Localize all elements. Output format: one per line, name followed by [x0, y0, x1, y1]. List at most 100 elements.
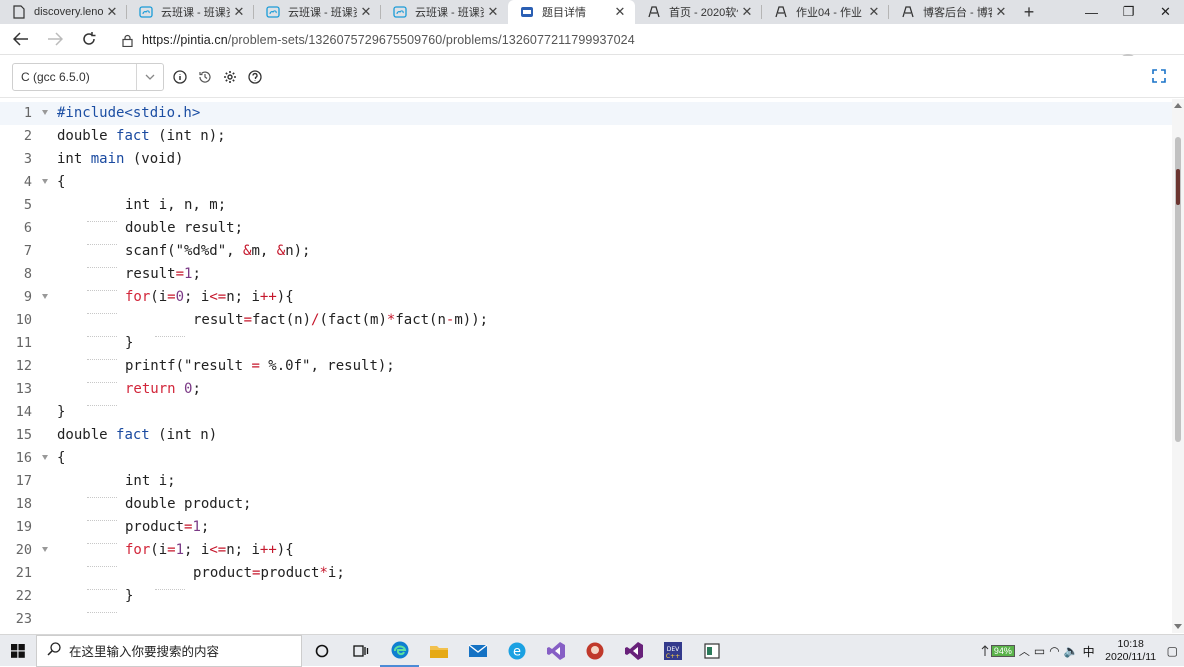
- close-window-icon[interactable]: ✕: [1147, 0, 1184, 24]
- back-arrow-icon[interactable]: [4, 24, 38, 54]
- code-line: 19 product=1;: [0, 516, 1172, 544]
- line-number: 20: [15, 542, 32, 558]
- history-icon[interactable]: [197, 69, 213, 85]
- svg-text:e: e: [513, 644, 521, 659]
- close-tab-icon[interactable]: ✕: [865, 4, 883, 20]
- code-line: 22}: [0, 585, 1172, 613]
- notepad-icon[interactable]: [692, 635, 731, 667]
- info-icon[interactable]: [172, 69, 188, 85]
- code-line: 20 for(i=1; i<=n; i++){: [0, 539, 1172, 567]
- tab-label: 博客后台 - 博客园: [923, 7, 992, 19]
- close-tab-icon[interactable]: ✕: [230, 4, 248, 20]
- dev-cpp-icon[interactable]: DEV C++: [653, 635, 692, 667]
- code-editor[interactable]: 1 #include<stdio.h> 2 double fact (int n);…: [0, 99, 1184, 633]
- fold-arrow-icon[interactable]: [42, 547, 48, 552]
- edge-browser-icon[interactable]: [380, 635, 419, 667]
- browser-tab-5-active[interactable]: 题目详情 ✕: [508, 0, 635, 24]
- windows-start-icon[interactable]: [0, 635, 36, 667]
- page-icon: [12, 5, 26, 19]
- browser-tab-7[interactable]: 作业04 - 作业 - 20 ✕: [762, 0, 889, 24]
- browser-tab-2[interactable]: 云班课 - 班课资源 ✕: [127, 0, 254, 24]
- close-tab-icon[interactable]: ✕: [992, 4, 1010, 20]
- browser-tab-strip: discovery.lenovo.c ✕ 云班课 - 班课资源 ✕ 云班课 - …: [0, 0, 1184, 24]
- code-line: 17 int i;: [0, 470, 1172, 498]
- fold-arrow-icon[interactable]: [42, 110, 48, 115]
- app-avatar-icon[interactable]: [575, 635, 614, 667]
- settings-gear-icon[interactable]: [222, 69, 238, 85]
- tab-label: discovery.lenovo.c: [34, 6, 103, 18]
- close-tab-icon[interactable]: ✕: [738, 4, 756, 20]
- browser-tab-3[interactable]: 云班课 - 班课资源 ✕: [254, 0, 381, 24]
- line-number: 9: [23, 289, 32, 305]
- visual-studio-icon[interactable]: [536, 635, 575, 667]
- tab-label: 题目详情: [542, 7, 586, 19]
- line-number: 3: [23, 151, 32, 167]
- editor-tool-icons: [172, 69, 263, 85]
- clock-date: 2020/11/11: [1105, 651, 1157, 663]
- scroll-down-icon[interactable]: [1174, 624, 1182, 629]
- browser-tab-6[interactable]: 首页 - 2020软件工 ✕: [635, 0, 762, 24]
- code-line: 11}: [0, 332, 1172, 360]
- cloud-class-icon: [266, 5, 280, 19]
- tab-label: 首页 - 2020软件工: [669, 7, 738, 19]
- show-hidden-icons-chevron-icon[interactable]: ︿: [1019, 643, 1030, 659]
- url-field[interactable]: https://pintia.cn/problem-sets/132607572…: [112, 28, 1042, 52]
- help-icon[interactable]: [247, 69, 263, 85]
- fullscreen-icon[interactable]: [1152, 69, 1168, 85]
- pta-icon: [520, 5, 534, 19]
- url-path: /problem-sets/1326075729675509760/proble…: [227, 33, 635, 47]
- line-number: 21: [15, 565, 32, 581]
- minimize-icon[interactable]: —: [1073, 0, 1110, 24]
- code-line: 8 result=1;: [0, 263, 1172, 291]
- code-line: 21 product=product*i;: [0, 562, 1172, 590]
- forward-arrow-icon[interactable]: [38, 24, 72, 54]
- battery-icon[interactable]: 94%: [981, 645, 1015, 657]
- code-line: 1 #include<stdio.h>: [0, 102, 1172, 125]
- input-method-indicator[interactable]: 中: [1083, 643, 1095, 660]
- refresh-icon[interactable]: [72, 24, 106, 54]
- editor-toolbar: C (gcc 6.5.0): [0, 56, 1184, 98]
- tab-label: 云班课 - 班课资源: [161, 7, 230, 19]
- close-tab-icon[interactable]: ✕: [611, 4, 629, 20]
- close-tab-icon[interactable]: ✕: [103, 4, 121, 20]
- language-select[interactable]: C (gcc 6.5.0): [12, 63, 164, 91]
- fold-arrow-icon[interactable]: [42, 455, 48, 460]
- svg-text:DEV: DEV: [666, 646, 679, 653]
- close-tab-icon[interactable]: ✕: [484, 4, 502, 20]
- system-tray: 94% ︿ ▭ ◠ 🔈 中 10:18 2020/11/11 ▢: [981, 635, 1184, 667]
- fold-arrow-icon[interactable]: [42, 294, 48, 299]
- visual-studio-2-icon[interactable]: [614, 635, 653, 667]
- line-number: 4: [23, 174, 32, 190]
- device-icon[interactable]: ▭: [1034, 644, 1045, 658]
- clock[interactable]: 10:18 2020/11/11: [1099, 638, 1163, 664]
- code-line: 16{: [0, 447, 1172, 470]
- tab-label: 作业04 - 作业 - 20: [796, 7, 865, 19]
- browser-tab-1[interactable]: discovery.lenovo.c ✕: [0, 0, 127, 24]
- taskbar-search-box[interactable]: 在这里输入你要搜索的内容: [36, 634, 302, 667]
- file-explorer-icon[interactable]: [419, 635, 458, 667]
- new-tab-button[interactable]: +: [1016, 0, 1042, 24]
- close-tab-icon[interactable]: ✕: [357, 4, 375, 20]
- scroll-up-icon[interactable]: [1174, 103, 1182, 108]
- browser-tab-4[interactable]: 云班课 - 班课资源 ✕: [381, 0, 508, 24]
- clock-time: 10:18: [1117, 638, 1144, 650]
- mail-icon[interactable]: [458, 635, 497, 667]
- fold-arrow-icon[interactable]: [42, 179, 48, 184]
- notifications-icon[interactable]: ▢: [1167, 644, 1178, 658]
- line-number: 23: [15, 611, 32, 627]
- line-number: 1: [23, 105, 32, 121]
- volume-icon[interactable]: 🔈: [1064, 644, 1079, 658]
- chevron-down-icon: [137, 74, 163, 80]
- legacy-edge-icon[interactable]: e: [497, 635, 536, 667]
- blog-icon: [647, 5, 661, 19]
- task-view-icon[interactable]: [341, 635, 380, 667]
- code-line: 3 int main (void): [0, 148, 1172, 171]
- search-icon: [47, 642, 61, 659]
- editor-scrollbar[interactable]: [1172, 99, 1184, 633]
- search-placeholder: 在这里输入你要搜索的内容: [69, 645, 220, 659]
- wifi-icon[interactable]: ◠: [1049, 644, 1059, 658]
- window-controls: — ❐ ✕: [1073, 0, 1184, 24]
- maximize-icon[interactable]: ❐: [1110, 0, 1147, 24]
- cortana-icon[interactable]: [302, 635, 341, 667]
- browser-tab-8[interactable]: 博客后台 - 博客园 ✕: [889, 0, 1016, 24]
